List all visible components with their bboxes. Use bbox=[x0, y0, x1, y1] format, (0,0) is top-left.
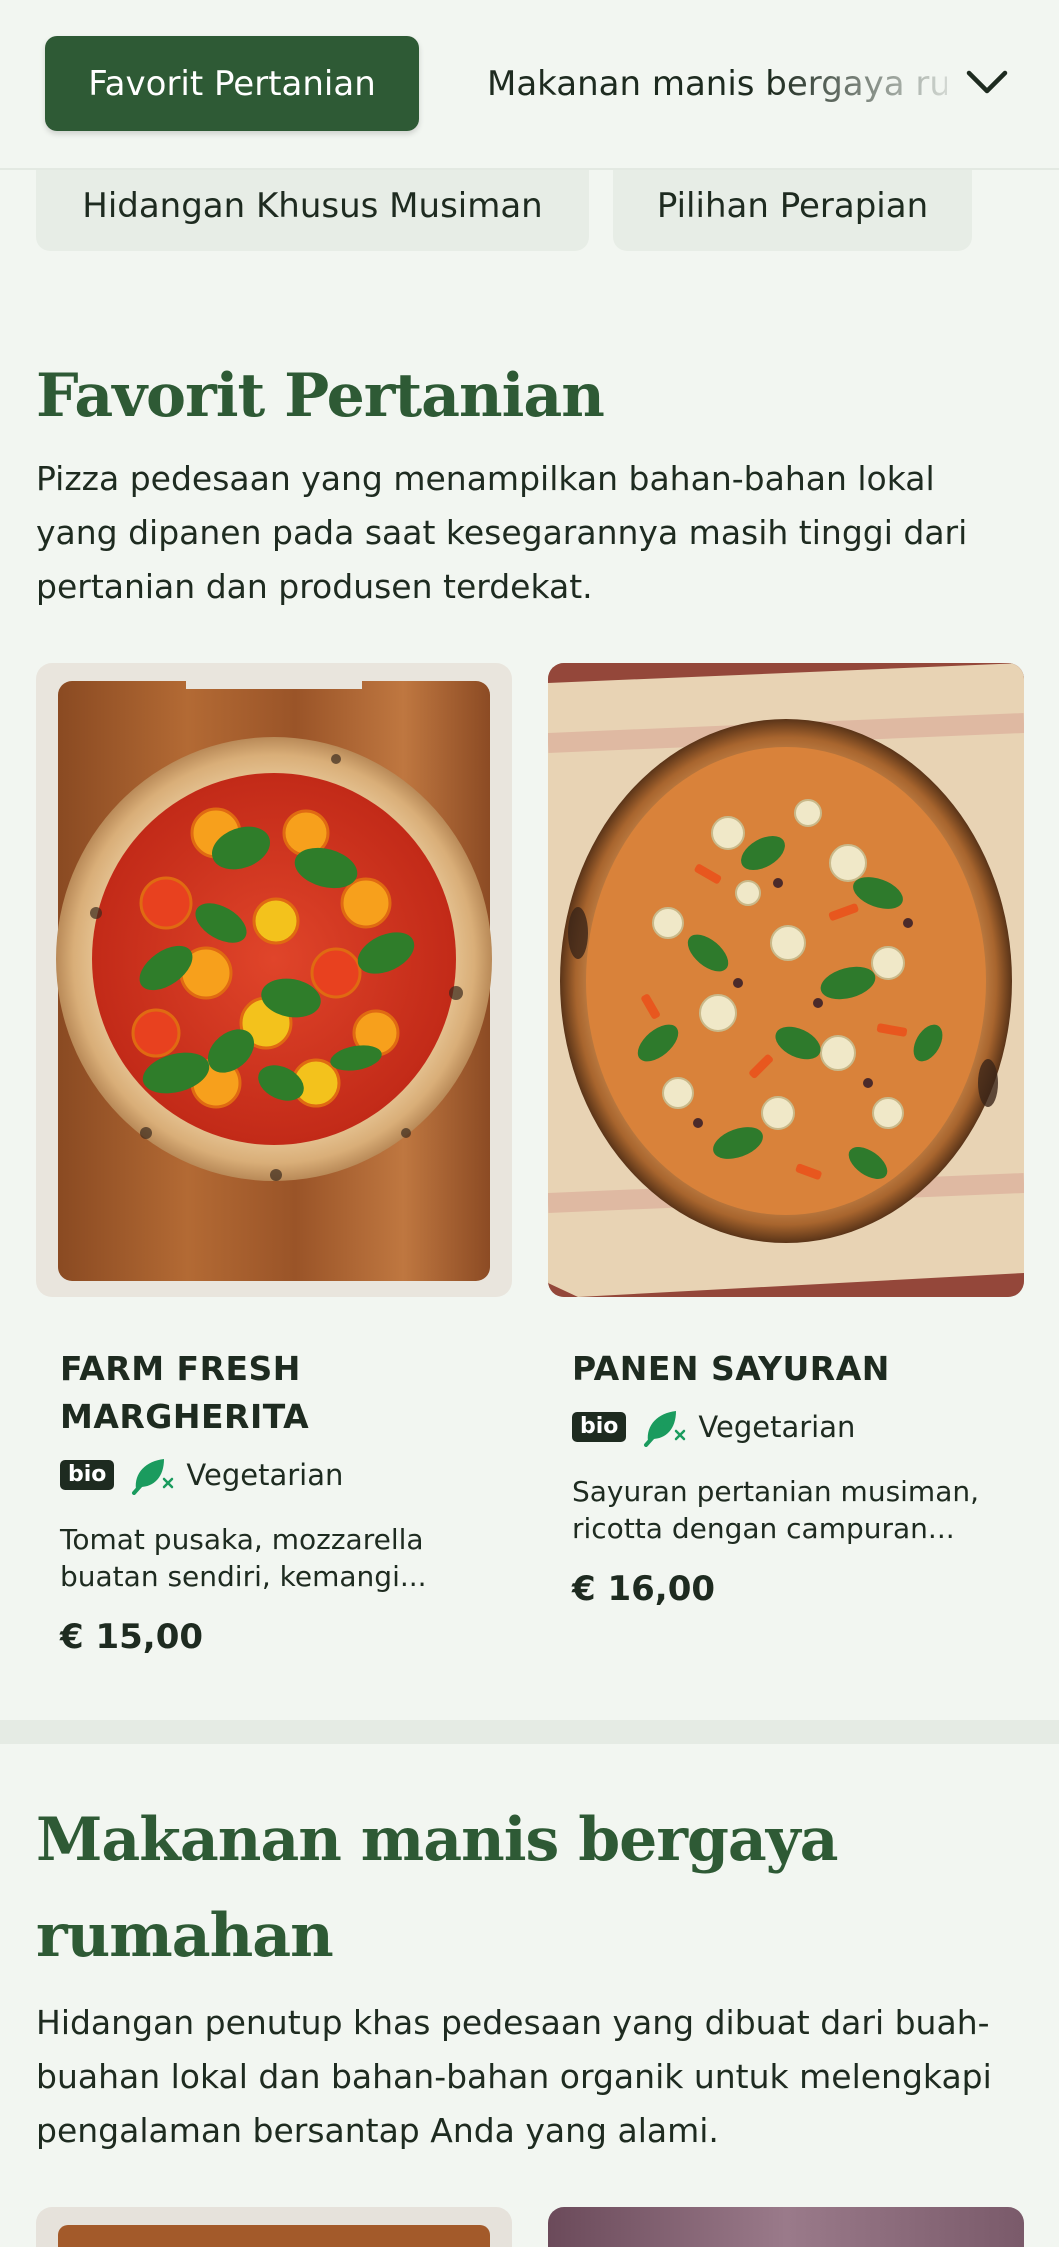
diet-label: Vegetarian bbox=[186, 1458, 344, 1492]
product-tags: bio Vegetarian bbox=[60, 1451, 488, 1499]
dessert-image[interactable] bbox=[548, 2207, 1024, 2247]
category-nav: Favorit Pertanian Makanan manis bergaya … bbox=[0, 0, 1059, 170]
diet-label: Vegetarian bbox=[698, 1410, 856, 1444]
section-description: Hidangan penutup khas pedesaan yang dibu… bbox=[36, 2003, 992, 2150]
product-name[interactable]: PANEN SAYURAN bbox=[572, 1345, 1000, 1393]
leaf-vegetarian-icon bbox=[644, 1411, 686, 1447]
bio-badge: bio bbox=[572, 1412, 627, 1442]
tab-favorit-pertanian[interactable]: Favorit Pertanian bbox=[45, 36, 419, 131]
product-card-farm-fresh-margherita[interactable]: FARM FRESH MARGHERITA bio Vegetarian Tom… bbox=[36, 663, 512, 1657]
product-tags: bio Vegetarian bbox=[572, 1403, 1000, 1451]
section-divider bbox=[0, 1720, 1059, 1744]
chevron-down-icon[interactable] bbox=[962, 58, 1012, 108]
product-card-panen-sayuran[interactable]: PANEN SAYURAN bio Vegetarian Sayuran per… bbox=[548, 663, 1024, 1609]
product-description: Tomat pusaka, mozzarella buatan sendiri,… bbox=[60, 1523, 427, 1593]
section-title-favorit-pertanian: Favorit Pertanian bbox=[36, 361, 605, 431]
pizza-sayuran-image[interactable] bbox=[548, 663, 1024, 1297]
dessert-image[interactable] bbox=[36, 2207, 512, 2247]
product-name[interactable]: FARM FRESH MARGHERITA bbox=[60, 1345, 488, 1441]
section-title-makanan-manis: Makanan manis bergaya rumahan bbox=[36, 1805, 839, 1971]
leaf-vegetarian-icon bbox=[132, 1459, 174, 1495]
product-price: € 16,00 bbox=[572, 1569, 716, 1609]
pizza-margherita-image[interactable] bbox=[36, 663, 512, 1297]
chip-hidangan-khusus-musiman[interactable]: Hidangan Khusus Musiman bbox=[36, 160, 589, 251]
chip-pilihan-perapian[interactable]: Pilihan Perapian bbox=[613, 160, 972, 251]
product-price: € 15,00 bbox=[60, 1617, 204, 1657]
tab-makanan-manis[interactable]: Makanan manis bergaya rumahan bbox=[487, 36, 947, 131]
section-description: Pizza pedesaan yang menampilkan bahan-ba… bbox=[36, 459, 968, 606]
bio-badge: bio bbox=[60, 1460, 115, 1490]
product-description: Sayuran pertanian musiman, ricotta denga… bbox=[572, 1475, 980, 1545]
